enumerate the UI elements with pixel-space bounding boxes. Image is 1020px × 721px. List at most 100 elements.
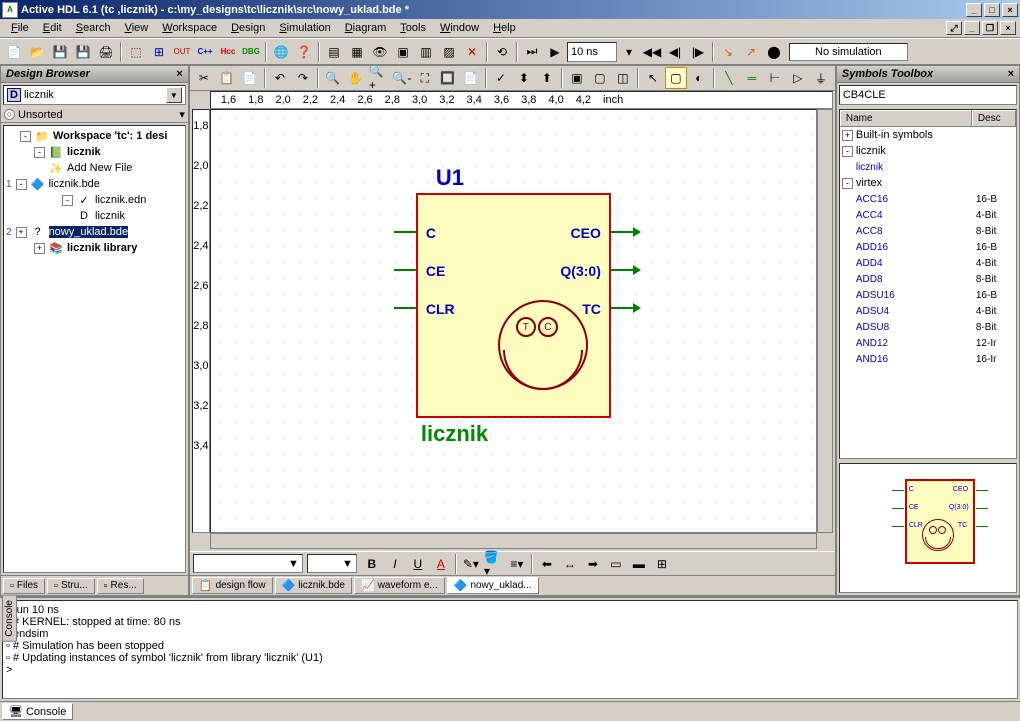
cut-icon[interactable]: ✂ [193, 67, 215, 89]
new-icon[interactable]: 📄 [3, 41, 25, 63]
tree-node[interactable]: +📚licznik library [6, 240, 183, 256]
schematic-canvas[interactable]: U1 C CE CLR CEO Q(3:0) TC [210, 109, 817, 533]
menu-view[interactable]: View [118, 20, 156, 36]
console-output[interactable]: ▫ run 10 ns▫ # KERNEL: stopped at time: … [2, 600, 1018, 699]
minimize-button[interactable]: _ [966, 3, 982, 17]
step-back-icon[interactable]: ◀| [664, 41, 686, 63]
menu-help[interactable]: Help [486, 20, 523, 36]
sort-icon[interactable]: ○ [4, 109, 15, 120]
lib2-icon[interactable]: ⊞ [148, 41, 170, 63]
trace-out-icon[interactable]: ↗ [740, 41, 762, 63]
symbol-item[interactable]: ADD1616-B [840, 239, 1016, 255]
col-desc[interactable]: Desc [972, 110, 1016, 126]
comp3-icon[interactable]: ◫ [612, 67, 634, 89]
lib-icon[interactable]: ⬚ [125, 41, 147, 63]
sim-time-input[interactable] [567, 42, 617, 62]
stack-icon[interactable]: ▤ [323, 41, 345, 63]
symbol-item[interactable]: licznik [840, 159, 1016, 175]
proc-icon[interactable]: ▣ [392, 41, 414, 63]
save-icon[interactable]: 💾 [49, 41, 71, 63]
tree-expand-icon[interactable]: + [16, 227, 27, 238]
data-icon[interactable]: ▥ [415, 41, 437, 63]
symbol-item[interactable]: ADSU88-Bit [840, 319, 1016, 335]
font-combo[interactable]: ▼ [193, 554, 303, 573]
tree-expand-icon[interactable]: - [20, 131, 31, 142]
run-icon[interactable]: ▶ [544, 41, 566, 63]
canvas-tab[interactable]: 🔷nowy_uklad... [447, 577, 539, 594]
check-icon[interactable]: ✓ [490, 67, 512, 89]
line-color-icon[interactable]: ✎▾ [460, 553, 482, 575]
align-right-icon[interactable]: ➡ [582, 553, 604, 575]
bp-icon[interactable]: ⬤ [763, 41, 785, 63]
group-expand-icon[interactable]: - [842, 178, 853, 189]
pan-icon[interactable]: ✋ [345, 67, 367, 89]
paste-icon[interactable]: 📄 [239, 67, 261, 89]
close-x-icon[interactable]: ✕ [461, 41, 483, 63]
hierarchy-icon[interactable]: ⬍ [513, 67, 535, 89]
symbol-item[interactable]: AND1616-Ir [840, 351, 1016, 367]
symbol-item[interactable]: ADD44-Bit [840, 255, 1016, 271]
tree-node[interactable]: -✓licznik.edn [6, 192, 183, 208]
step-end-icon[interactable]: ⏭ [521, 41, 543, 63]
dropdown-icon[interactable]: ▼ [166, 87, 182, 103]
canvas-scrollbar-h[interactable] [210, 533, 817, 549]
symbol-item[interactable]: ADSU1616-B [840, 287, 1016, 303]
up-icon[interactable]: ⬆ [536, 67, 558, 89]
menu-edit[interactable]: Edit [36, 20, 69, 36]
grid-icon[interactable]: ⊞ [651, 553, 673, 575]
color-button[interactable]: A [430, 553, 452, 575]
find-icon[interactable]: 🔍 [322, 67, 344, 89]
doc-close-button[interactable]: × [1000, 21, 1016, 35]
copy-icon[interactable]: 📋 [216, 67, 238, 89]
tree-expand-icon[interactable]: - [16, 179, 27, 190]
db-tab[interactable]: ▫Res... [97, 578, 144, 594]
maximize-button[interactable]: □ [984, 3, 1000, 17]
select-icon[interactable]: ↖ [642, 67, 664, 89]
col-name[interactable]: Name [840, 110, 972, 126]
align-left-icon[interactable]: ⬅ [536, 553, 558, 575]
sort-dropdown-icon[interactable]: ▾ [179, 108, 185, 121]
symbol-item[interactable]: ACC44-Bit [840, 207, 1016, 223]
save-all-icon[interactable]: 💾 [72, 41, 94, 63]
open-icon[interactable]: 📂 [26, 41, 48, 63]
redo-icon[interactable]: ↷ [292, 67, 314, 89]
tree-expand-icon[interactable]: + [34, 243, 45, 254]
mem-icon[interactable]: ▨ [438, 41, 460, 63]
rect-icon[interactable]: ▭ [605, 553, 627, 575]
expand-icon[interactable]: ⤢ [946, 21, 962, 35]
step-fwd-icon[interactable]: |▶ [687, 41, 709, 63]
tree-node[interactable]: 2+?nowy_uklad.bde [6, 224, 183, 240]
zoom-page-icon[interactable]: 📄 [460, 67, 482, 89]
fub-icon[interactable]: ▢ [665, 67, 687, 89]
print-icon[interactable]: 🖨 [95, 41, 117, 63]
symbols-close-icon[interactable]: × [1008, 68, 1014, 80]
dropdown-icon[interactable]: ▾ [618, 41, 640, 63]
rect2-icon[interactable]: ▬ [628, 553, 650, 575]
comp2-icon[interactable]: ▢ [589, 67, 611, 89]
tree-node[interactable]: 1-🔷licznik.bde [6, 176, 183, 192]
tree-node[interactable]: -📁Workspace 'tc': 1 desi [6, 128, 183, 144]
menu-window[interactable]: Window [433, 20, 486, 36]
hcc-icon[interactable]: Hcc [217, 41, 239, 63]
menu-tools[interactable]: Tools [393, 20, 433, 36]
symbol-group[interactable]: +Built-in symbols [840, 127, 1016, 143]
doc-restore-button[interactable]: ❐ [982, 21, 998, 35]
group-expand-icon[interactable]: - [842, 146, 853, 157]
menu-search[interactable]: Search [69, 20, 118, 36]
tree-node[interactable]: ✨Add New File [6, 160, 183, 176]
symbol-item[interactable]: ACC1616-B [840, 191, 1016, 207]
zoom-out-icon[interactable]: 🔍- [391, 67, 413, 89]
symbol-item[interactable]: ADD88-Bit [840, 271, 1016, 287]
design-combo[interactable]: D licznik ▼ [3, 85, 186, 105]
canvas-tab[interactable]: 🔷licznik.bde [275, 577, 352, 594]
port-icon[interactable]: ▷ [787, 67, 809, 89]
canvas-tab[interactable]: 📋design flow [192, 577, 273, 594]
menu-design[interactable]: Design [224, 20, 272, 36]
close-button[interactable]: × [1002, 3, 1018, 17]
db-tab[interactable]: ▫Stru... [47, 578, 95, 594]
restart-icon[interactable]: ⟲ [491, 41, 513, 63]
size-combo[interactable]: ▼ [307, 554, 357, 573]
dbg-icon[interactable]: DBG [240, 41, 262, 63]
symbol-item[interactable]: ADSU44-Bit [840, 303, 1016, 319]
fub2-icon[interactable]: ◐ [688, 67, 710, 89]
